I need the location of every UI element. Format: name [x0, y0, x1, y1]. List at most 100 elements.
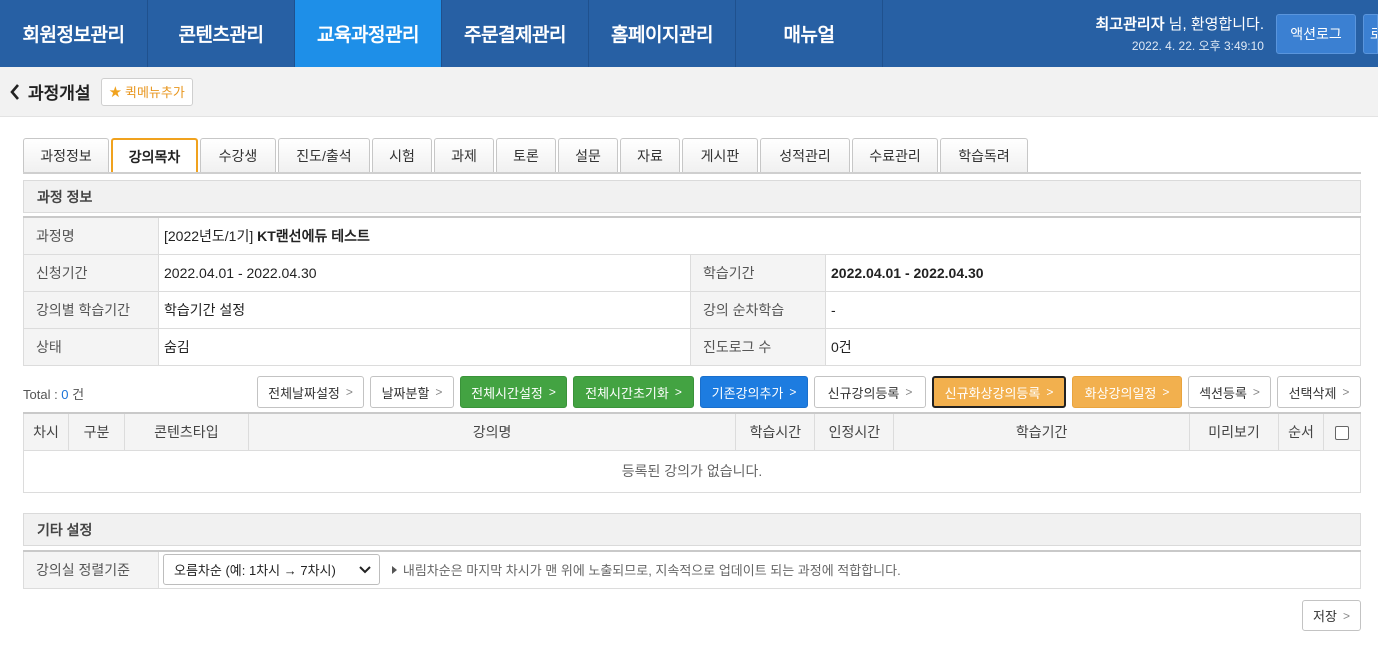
chevron-right-icon: >	[1342, 608, 1350, 623]
register-video-lecture-label: 신규화상강의등록	[944, 385, 1041, 401]
select-all-checkbox[interactable]	[1334, 425, 1349, 440]
reset-all-time-button[interactable]: 전체시간초기화 >	[573, 376, 694, 408]
col-session: 차시	[23, 412, 69, 451]
sort-selected-value: 오름차순 (예: 1차시 → 7차시)	[174, 563, 336, 579]
tab-survey[interactable]: 설문	[558, 138, 618, 173]
total-count: Total : 0 건	[23, 384, 84, 403]
chevron-right-icon: >	[435, 385, 443, 399]
col-order: 순서	[1277, 412, 1324, 451]
nav-item-member[interactable]: 회원정보관리	[0, 0, 148, 67]
chevron-right-icon: >	[1046, 385, 1054, 399]
total-number: 0	[61, 387, 69, 402]
sort-label: 강의실 정렬기준	[23, 550, 159, 589]
register-section-button[interactable]: 섹션등록 >	[1188, 376, 1271, 408]
tabs-divider	[23, 172, 1361, 174]
caret-right-icon	[391, 565, 397, 574]
course-name-label: 과정명	[23, 216, 159, 255]
split-dates-label: 날짜분할	[381, 385, 430, 401]
chevron-right-icon: >	[674, 385, 682, 399]
register-section-label: 섹션등록	[1199, 385, 1247, 401]
course-name-row: 과정명 [2022년도/1기] KT랜선에듀 테스트	[23, 216, 1361, 255]
set-all-time-label: 전체시간설정	[471, 385, 543, 401]
split-dates-button[interactable]: 날짜분할 >	[370, 376, 454, 408]
col-recognized-time: 인정시간	[814, 412, 895, 451]
total-suffix: 건	[68, 387, 85, 402]
col-lecture-name: 강의명	[247, 412, 737, 451]
nav-item-content[interactable]: 콘텐츠관리	[148, 0, 295, 67]
tab-grades[interactable]: 성적관리	[760, 138, 850, 173]
login-datetime: 2022. 4. 22. 오후 3:49:10	[1131, 39, 1264, 53]
tab-discussion[interactable]: 토론	[496, 138, 556, 173]
status-value: 숨김	[158, 327, 691, 366]
sort-hint: 내림차순은 마지막 차시가 맨 위에 노출되므로, 지속적으로 업데이트 되는 …	[391, 560, 901, 579]
apply-period-label: 신청기간	[23, 253, 159, 292]
add-existing-lecture-button[interactable]: 기존강의추가 >	[700, 376, 808, 408]
tab-board[interactable]: 게시판	[682, 138, 758, 173]
total-prefix: Total :	[23, 387, 62, 402]
col-study-period: 학습기간	[893, 412, 1191, 451]
video-lecture-schedule-label: 화상강의일정	[1084, 385, 1157, 401]
welcome-suffix: 님, 환영합니다.	[1164, 16, 1264, 33]
nav-item-homepage[interactable]: 홈페이지관리	[589, 0, 736, 67]
save-button[interactable]: 저장 >	[1302, 600, 1361, 631]
lecture-period-value: 학습기간 설정	[158, 290, 691, 329]
study-period-label: 학습기간	[690, 253, 826, 292]
lecture-period-row: 강의별 학습기간 학습기간 설정 강의 순차학습 -	[23, 290, 1361, 329]
tab-encouragement[interactable]: 학습독려	[940, 138, 1028, 173]
lecture-actions: 전체날짜설정 > 날짜분할 > 전체시간설정 > 전체시간초기화 > 기존강의추가 > 신…	[251, 376, 1361, 408]
save-label: 저장	[1313, 609, 1337, 624]
quick-menu-label: 퀵메뉴추가	[125, 85, 185, 100]
sort-row: 강의실 정렬기준 오름차순 (예: 1차시 → 7차시) 내림차순은 마지막 차…	[23, 550, 1361, 589]
set-all-time-button[interactable]: 전체시간설정 >	[460, 376, 567, 408]
register-video-lecture-button[interactable]: 신규화상강의등록 >	[932, 376, 1066, 408]
set-all-dates-label: 전체날짜설정	[268, 385, 340, 401]
col-content-type: 콘텐츠타입	[123, 412, 249, 451]
quick-menu-add-button[interactable]: ★ 퀵메뉴추가	[100, 77, 193, 106]
star-icon: ★	[108, 83, 123, 101]
extra-header-button[interactable]: 로	[1363, 13, 1378, 54]
course-name-value: [2022년도/1기] KT랜선에듀 테스트	[158, 216, 1361, 255]
page-title: 과정개설	[28, 84, 91, 103]
tab-lecture-list[interactable]: 강의목차	[111, 138, 198, 173]
course-tabs: 과정정보 강의목차 수강생 진도/출석 시험 과제 토론 설문 자료 게시판 성…	[23, 138, 1030, 173]
sort-hint-text: 내림차순은 마지막 차시가 맨 위에 노출되므로, 지속적으로 업데이트 되는 …	[402, 563, 901, 579]
register-new-lecture-button[interactable]: 신규강의등록 >	[814, 376, 926, 408]
empty-row: 등록된 강의가 없습니다.	[23, 449, 1361, 493]
tab-assignment[interactable]: 과제	[434, 138, 494, 173]
welcome-text: 최고관리자 님, 환영합니다.	[1096, 13, 1265, 34]
sort-order-select[interactable]: 오름차순 (예: 1차시 → 7차시)	[163, 554, 380, 586]
course-name-text: KT랜선에듀 테스트	[257, 227, 370, 244]
status-row: 상태 숨김 진도로그 수 0건	[23, 327, 1361, 366]
period-row: 신청기간 2022.04.01 - 2022.04.30 학습기간 2022.0…	[23, 253, 1361, 292]
study-period-value: 2022.04.01 - 2022.04.30	[825, 253, 1361, 292]
register-new-lecture-label: 신규강의등록	[827, 385, 900, 401]
tab-course-info[interactable]: 과정정보	[23, 138, 109, 173]
course-info-table: 과정명 [2022년도/1기] KT랜선에듀 테스트 신청기간 2022.04.…	[23, 216, 1361, 366]
action-log-button[interactable]: 액션로그	[1276, 13, 1356, 54]
tab-materials[interactable]: 자료	[620, 138, 680, 173]
course-name-prefix: [2022년도/1기]	[164, 227, 254, 244]
set-all-dates-button[interactable]: 전체날짜설정 >	[257, 376, 364, 408]
chevron-right-icon: >	[1252, 385, 1260, 399]
other-settings-header: 기타 설정	[23, 513, 1361, 546]
lecture-period-label: 강의별 학습기간	[23, 290, 159, 329]
nav-item-order[interactable]: 주문결제관리	[442, 0, 589, 67]
chevron-right-icon: >	[345, 385, 353, 399]
chevron-down-icon	[359, 562, 371, 577]
page-header: 과정개설 ★ 퀵메뉴추가	[0, 67, 1378, 117]
tab-completion[interactable]: 수료관리	[852, 138, 938, 173]
apply-period-value: 2022.04.01 - 2022.04.30	[158, 253, 691, 292]
tab-exam[interactable]: 시험	[372, 138, 432, 173]
sequential-label: 강의 순차학습	[690, 290, 826, 329]
tab-progress-attendance[interactable]: 진도/출석	[278, 138, 370, 173]
col-study-time: 학습시간	[735, 412, 816, 451]
chevron-right-icon: >	[1162, 385, 1170, 399]
video-lecture-schedule-button[interactable]: 화상강의일정 >	[1072, 376, 1182, 408]
delete-selected-button[interactable]: 선택삭제 >	[1277, 376, 1361, 408]
tab-students[interactable]: 수강생	[200, 138, 276, 173]
nav-item-course[interactable]: 교육과정관리	[295, 0, 442, 67]
nav-item-manual[interactable]: 매뉴얼	[736, 0, 883, 67]
sequential-value: -	[825, 290, 1361, 329]
chevron-left-icon[interactable]	[4, 81, 26, 103]
user-info: 최고관리자 님, 환영합니다. 2022. 4. 22. 오후 3:49:10	[1096, 13, 1265, 54]
